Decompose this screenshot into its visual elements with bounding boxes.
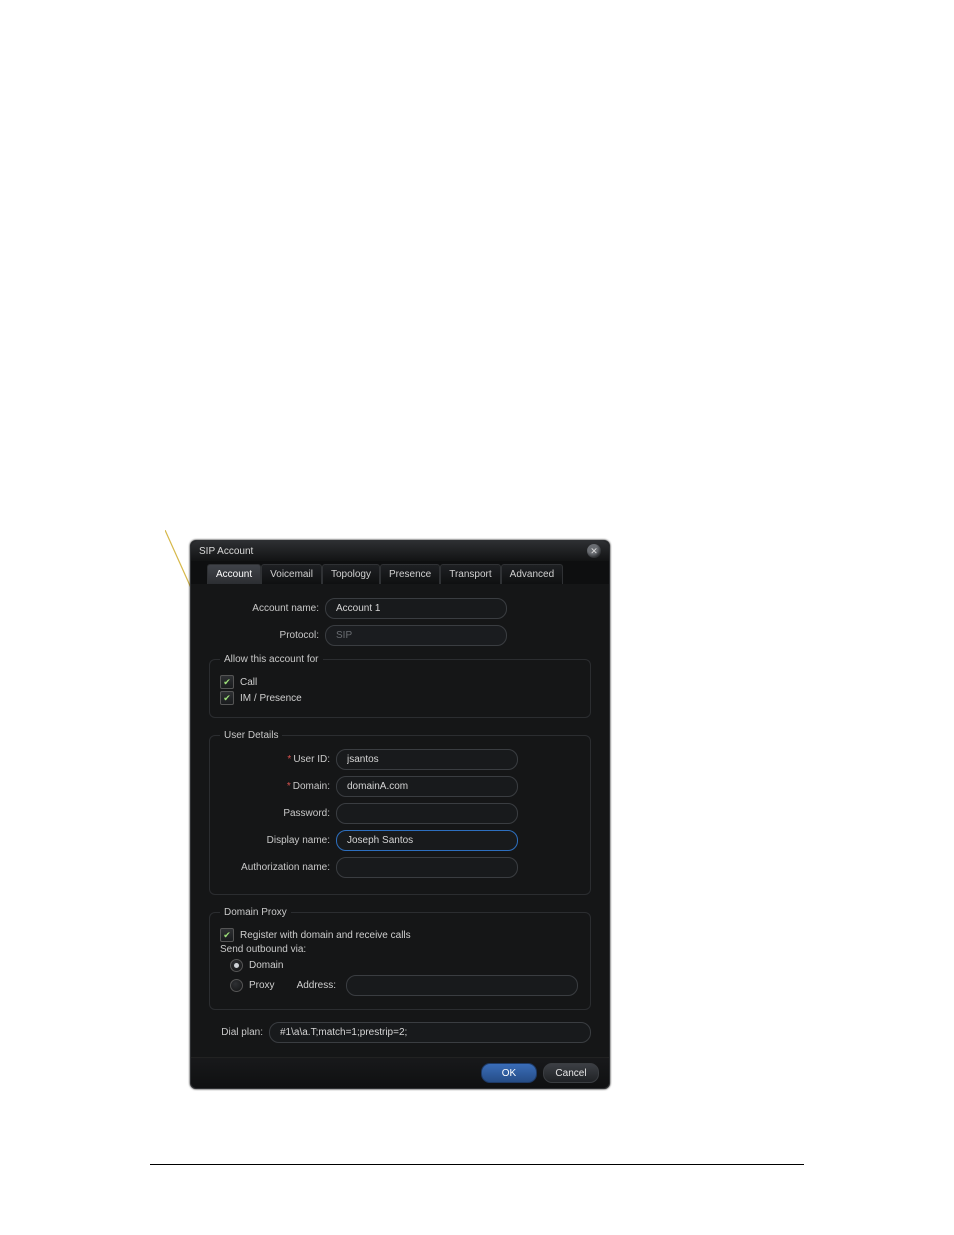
- proxy-address-label: Address:: [297, 980, 336, 991]
- auth-name-label: Authorization name:: [220, 862, 336, 873]
- tab-advanced[interactable]: Advanced: [501, 564, 563, 584]
- tab-topology[interactable]: Topology: [322, 564, 380, 584]
- tab-transport[interactable]: Transport: [440, 564, 500, 584]
- checkbox-checked-icon: ✔: [220, 691, 234, 705]
- account-name-label: Account name:: [209, 603, 325, 614]
- sip-account-dialog: SIP Account ✕ Account Voicemail Topology…: [190, 540, 610, 1089]
- allow-account-legend: Allow this account for: [220, 654, 323, 665]
- send-outbound-label: Send outbound via:: [220, 944, 580, 955]
- protocol-input: [325, 625, 507, 646]
- radio-proxy-label: Proxy: [249, 980, 275, 991]
- radio-proxy[interactable]: Proxy Address:: [230, 975, 580, 996]
- register-checkbox[interactable]: ✔ Register with domain and receive calls: [220, 928, 580, 942]
- page-rule: [150, 1164, 804, 1165]
- display-name-label: Display name:: [220, 835, 336, 846]
- page: SIP Account ✕ Account Voicemail Topology…: [0, 0, 954, 1235]
- userid-input[interactable]: [336, 749, 518, 770]
- ok-button[interactable]: OK: [481, 1063, 537, 1083]
- dialplan-input[interactable]: [269, 1022, 591, 1043]
- account-name-input[interactable]: [325, 598, 507, 619]
- domain-input[interactable]: [336, 776, 518, 797]
- display-name-input[interactable]: [336, 830, 518, 851]
- radio-unselected-icon: [230, 979, 243, 992]
- protocol-label: Protocol:: [209, 630, 325, 641]
- domain-proxy-group: Domain Proxy ✔ Register with domain and …: [209, 907, 591, 1010]
- cancel-button[interactable]: Cancel: [543, 1063, 599, 1083]
- dialplan-label: Dial plan:: [209, 1027, 269, 1038]
- domain-label: *Domain:: [220, 781, 336, 792]
- domain-proxy-legend: Domain Proxy: [220, 907, 291, 918]
- userid-label: *User ID:: [220, 754, 336, 765]
- tab-account[interactable]: Account: [207, 564, 261, 584]
- password-label: Password:: [220, 808, 336, 819]
- radio-domain[interactable]: Domain: [230, 959, 580, 972]
- checkbox-checked-icon: ✔: [220, 928, 234, 942]
- user-details-legend: User Details: [220, 730, 282, 741]
- allow-call-checkbox[interactable]: ✔ Call: [220, 675, 580, 689]
- tab-presence[interactable]: Presence: [380, 564, 440, 584]
- tab-voicemail[interactable]: Voicemail: [261, 564, 322, 584]
- dialog-body: Account name: Protocol: Allow this accou…: [191, 584, 609, 1057]
- close-icon[interactable]: ✕: [587, 544, 601, 558]
- password-input[interactable]: [336, 803, 518, 824]
- allow-call-label: Call: [240, 677, 257, 688]
- proxy-address-input[interactable]: [346, 975, 578, 996]
- auth-name-input[interactable]: [336, 857, 518, 878]
- radio-selected-icon: [230, 959, 243, 972]
- user-details-group: User Details *User ID: *Domain: Password…: [209, 730, 591, 895]
- dialog-button-bar: OK Cancel: [191, 1057, 609, 1088]
- allow-account-group: Allow this account for ✔ Call ✔ IM / Pre…: [209, 654, 591, 718]
- tab-bar: Account Voicemail Topology Presence Tran…: [191, 561, 609, 584]
- allow-im-label: IM / Presence: [240, 693, 302, 704]
- dialog-titlebar[interactable]: SIP Account ✕: [191, 541, 609, 561]
- checkbox-checked-icon: ✔: [220, 675, 234, 689]
- register-label: Register with domain and receive calls: [240, 930, 411, 941]
- allow-im-checkbox[interactable]: ✔ IM / Presence: [220, 691, 580, 705]
- radio-domain-label: Domain: [249, 960, 283, 971]
- dialog-title: SIP Account: [199, 546, 253, 557]
